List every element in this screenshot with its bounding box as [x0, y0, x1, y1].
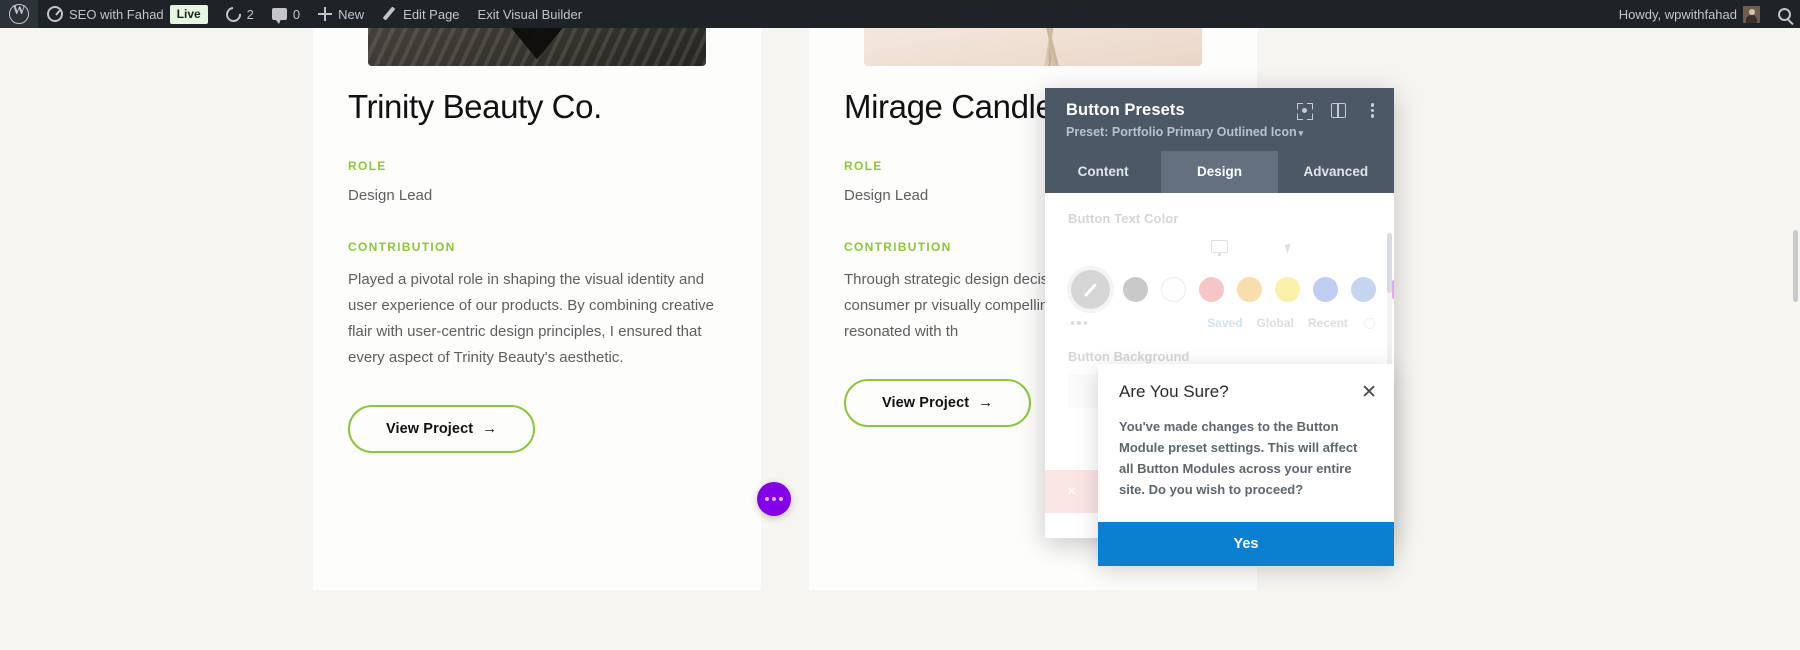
focus-target-icon[interactable] [1297, 103, 1312, 118]
chevron-down-icon: ▾ [1298, 128, 1304, 138]
admin-bar-right: Howdy, wpwithfahad [1610, 0, 1800, 28]
confirm-dialog-title: Are You Sure? [1119, 382, 1229, 401]
eyedropper-icon[interactable] [1071, 270, 1110, 309]
preset-name-label: Preset: Portfolio Primary Outlined Icon [1066, 125, 1297, 139]
speed-gauge-icon [47, 6, 63, 22]
panel-header: Button Presets Preset: Portfolio Primary… [1045, 88, 1394, 151]
page-scrollbar[interactable] [1793, 230, 1798, 302]
recent-colors-link[interactable]: Recent [1308, 316, 1348, 330]
project-title: Trinity Beauty Co. [348, 88, 602, 125]
new-content-menu[interactable]: New [309, 0, 373, 28]
button-text-color-label: Button Text Color [1068, 211, 1179, 226]
color-swatch[interactable] [1123, 277, 1148, 302]
wp-logo-menu[interactable] [0, 0, 38, 28]
comments-count: 0 [292, 6, 301, 22]
color-swatch[interactable] [1161, 277, 1186, 302]
live-badge: Live [169, 4, 208, 24]
revision-refresh-icon [222, 3, 244, 25]
arrow-right-icon: → [482, 420, 498, 438]
role-label: ROLE [348, 158, 387, 173]
site-name-label: SEO with Fahad [69, 6, 164, 22]
color-swatch[interactable] [1199, 277, 1224, 302]
view-project-label: View Project [882, 394, 970, 411]
confirm-yes-button[interactable]: Yes [1098, 522, 1394, 567]
color-swatch[interactable] [1313, 277, 1338, 302]
view-project-button[interactable]: View Project → [348, 404, 536, 453]
project-card: Trinity Beauty Co. ROLE Design Lead CONT… [313, 0, 761, 590]
fab-dot-icon [765, 497, 769, 501]
contribution-value: Played a pivotal role in shaping the vis… [348, 271, 715, 366]
more-colors-icon[interactable] [1071, 321, 1088, 325]
exit-visual-builder-label: Exit Visual Builder [477, 6, 583, 22]
new-label: New [338, 6, 365, 22]
view-project-label: View Project [386, 420, 474, 437]
tab-advanced[interactable]: Advanced [1278, 151, 1394, 193]
split-view-icon[interactable] [1331, 103, 1346, 118]
desktop-monitor-icon[interactable] [1211, 240, 1228, 256]
saved-colors-link[interactable]: Saved [1207, 316, 1242, 330]
confirm-dialog-body: You've made changes to the Button Module… [1119, 419, 1358, 498]
wp-admin-bar: SEO with Fahad Live 2 0 New Edit Page Ex… [0, 0, 1800, 28]
comment-bubble-icon [271, 8, 287, 24]
preset-selector[interactable]: Preset: Portfolio Primary Outlined Icon ▾ [1066, 125, 1378, 139]
pencil-icon [382, 7, 397, 22]
page-canvas: Trinity Beauty Co. ROLE Design Lead CONT… [0, 0, 1800, 650]
view-project-button[interactable]: View Project → [844, 378, 1032, 427]
close-icon[interactable]: ✕ [1361, 383, 1377, 402]
arrow-right-icon: → [978, 394, 994, 412]
tab-design[interactable]: Design [1161, 151, 1278, 193]
edit-page-label: Edit Page [403, 6, 460, 22]
contribution-label: CONTRIBUTION [348, 240, 456, 255]
site-name-menu[interactable]: SEO with Fahad Live [38, 0, 217, 28]
delete-preset-button[interactable]: × [1045, 470, 1098, 513]
edit-page-menu[interactable]: Edit Page [373, 0, 468, 28]
more-options-icon[interactable] [1365, 103, 1380, 118]
fab-dot-icon [779, 497, 783, 501]
color-swatch[interactable] [1351, 277, 1376, 302]
exit-visual-builder[interactable]: Exit Visual Builder [469, 0, 592, 28]
cursor-icon [1284, 243, 1294, 254]
avatar [1743, 5, 1760, 23]
confirm-dialog: Are You Sure? ✕ You've made changes to t… [1098, 364, 1394, 567]
color-swatch-row [1045, 253, 1394, 309]
panel-header-actions [1297, 103, 1380, 118]
search-toggle[interactable] [1769, 0, 1800, 28]
visual-builder-fab[interactable] [757, 482, 791, 516]
my-account-menu[interactable]: Howdy, wpwithfahad [1610, 0, 1769, 28]
search-icon [1778, 7, 1791, 21]
role-value: Design Lead [348, 186, 433, 204]
revisions-count: 2 [246, 6, 254, 22]
palette-links-row: Saved Global Recent [1045, 309, 1394, 330]
fab-dot-icon [772, 497, 776, 501]
global-colors-link[interactable]: Global [1257, 316, 1294, 330]
gear-icon[interactable] [1363, 317, 1375, 329]
plus-icon [318, 7, 333, 21]
color-swatch[interactable] [1275, 277, 1300, 302]
panel-tabs: Content Design Advanced [1045, 151, 1394, 193]
confirm-dialog-header: Are You Sure? ✕ [1098, 364, 1394, 402]
revisions-menu[interactable]: 2 [217, 0, 263, 28]
color-swatch[interactable] [1237, 277, 1262, 302]
button-background-label: Button Background [1068, 349, 1190, 364]
screen-root: SEO with Fahad Live 2 0 New Edit Page Ex… [0, 0, 1800, 650]
comments-menu[interactable]: 0 [263, 0, 309, 28]
project-card-body: Trinity Beauty Co. ROLE Design Lead CONT… [313, 88, 761, 453]
panel-scrollbar[interactable] [1387, 233, 1392, 293]
wordpress-logo-icon [9, 2, 29, 24]
tab-content[interactable]: Content [1045, 151, 1161, 193]
device-toggle-row [1045, 226, 1394, 256]
howdy-label: Howdy, wpwithfahad [1618, 6, 1737, 22]
